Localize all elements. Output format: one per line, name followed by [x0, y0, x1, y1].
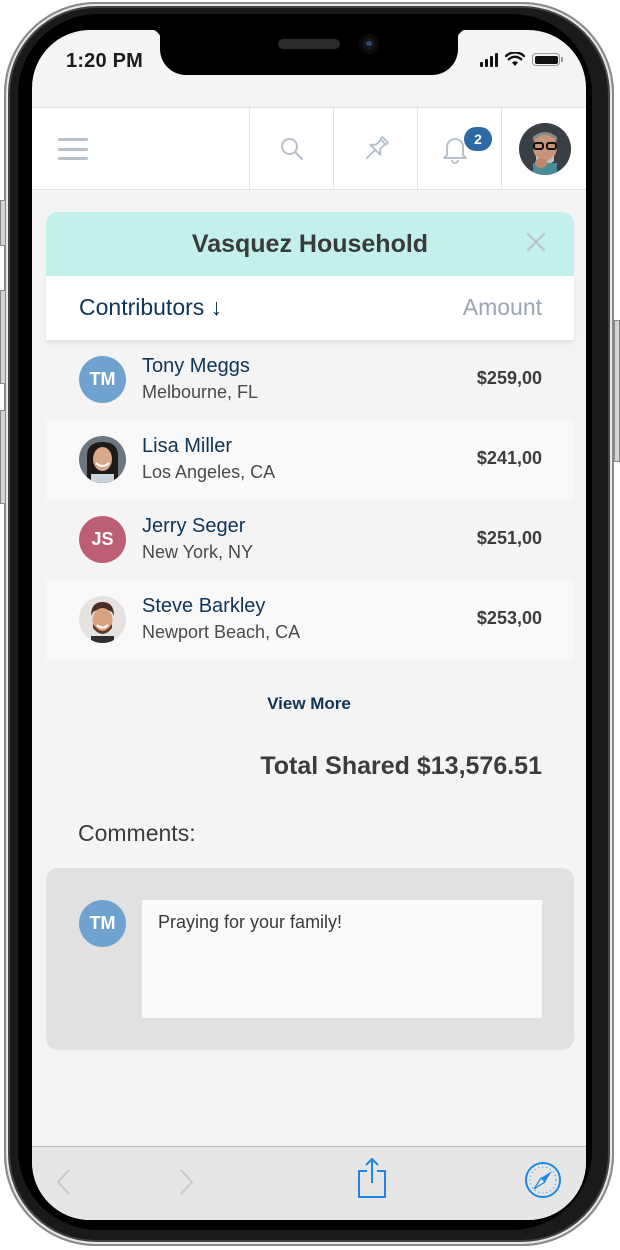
comments-label: Comments: [78, 820, 196, 846]
contributors-list: TM Tony Meggs Melbourne, FL $259,00 Lisa… [46, 340, 574, 660]
household-card-header: Vasquez Household [46, 212, 574, 276]
contributor-name: Steve Barkley [142, 595, 266, 617]
avatar-photo [79, 436, 126, 483]
avatar-initials: JS [79, 516, 126, 563]
status-icons [480, 52, 563, 67]
total-shared: Total Shared $13,576.51 [260, 752, 542, 780]
contributors-label: Contributors [79, 294, 205, 320]
contributor-row[interactable]: Lisa Miller Los Angeles, CA $241,00 [46, 420, 574, 500]
side-button [0, 200, 6, 246]
avatar-initials: TM [79, 356, 126, 403]
contributor-name: Lisa Miller [142, 435, 233, 457]
comment-text[interactable]: Praying for your family! [142, 900, 542, 1018]
front-camera [359, 34, 379, 54]
contributor-row[interactable]: Steve Barkley Newport Beach, CA $253,00 [46, 580, 574, 660]
profile-button[interactable] [501, 108, 586, 189]
contributor-name: Jerry Seger [142, 515, 246, 537]
notch [148, 30, 470, 75]
column-header: Contributors ↓ Amount [46, 276, 574, 340]
household-title: Vasquez Household [191, 229, 429, 258]
profile-avatar [518, 122, 571, 175]
search-icon [281, 137, 304, 160]
contributor-amount: $253,00 [476, 608, 542, 628]
contributor-location: New York, NY [142, 542, 254, 562]
search-button[interactable] [249, 108, 334, 189]
contributors-sort-header[interactable]: Contributors ↓ [79, 294, 222, 321]
hamburger-menu-icon[interactable] [58, 138, 88, 160]
contributor-location: Los Angeles, CA [142, 462, 276, 482]
volume-up-button [0, 290, 6, 384]
pin-button[interactable] [333, 108, 418, 189]
contributor-row[interactable]: JS Jerry Seger New York, NY $251,00 [46, 500, 574, 580]
share-icon[interactable] [356, 1157, 388, 1199]
contributor-location: Newport Beach, CA [142, 622, 301, 642]
screen: 1:20 PM 2 Vasquez Household Contributors… [32, 30, 586, 1220]
signal-icon [480, 52, 498, 67]
contributor-amount: $251,00 [476, 528, 542, 548]
amount-header[interactable]: Amount [463, 294, 542, 321]
contributor-row[interactable]: TM Tony Meggs Melbourne, FL $259,00 [46, 340, 574, 420]
close-icon[interactable] [524, 230, 548, 254]
power-button [614, 320, 620, 462]
volume-down-button [0, 410, 6, 504]
contributor-location: Melbourne, FL [142, 382, 259, 402]
status-time: 1:20 PM [66, 50, 143, 72]
pin-icon [365, 135, 389, 159]
contributor-name: Tony Meggs [142, 355, 250, 377]
arrow-down-icon: ↓ [210, 294, 223, 320]
compass-icon[interactable] [524, 1161, 562, 1199]
view-more-link[interactable]: View More [32, 694, 586, 714]
contributor-amount: $241,00 [476, 448, 542, 468]
comment-item: TM Praying for your family! [46, 868, 574, 1050]
comment-avatar: TM [79, 900, 126, 947]
avatar-photo [79, 596, 126, 643]
battery-icon [532, 53, 563, 66]
wifi-icon [505, 52, 525, 66]
notifications-button[interactable]: 2 [417, 108, 502, 189]
speaker-grille [278, 39, 340, 49]
app-bar: 2 [32, 107, 586, 190]
notification-badge: 2 [464, 127, 492, 151]
chevron-left-icon[interactable] [54, 1167, 74, 1197]
browser-toolbar [32, 1146, 586, 1220]
chevron-right-icon[interactable] [176, 1167, 196, 1197]
contributor-amount: $259,00 [476, 368, 542, 388]
